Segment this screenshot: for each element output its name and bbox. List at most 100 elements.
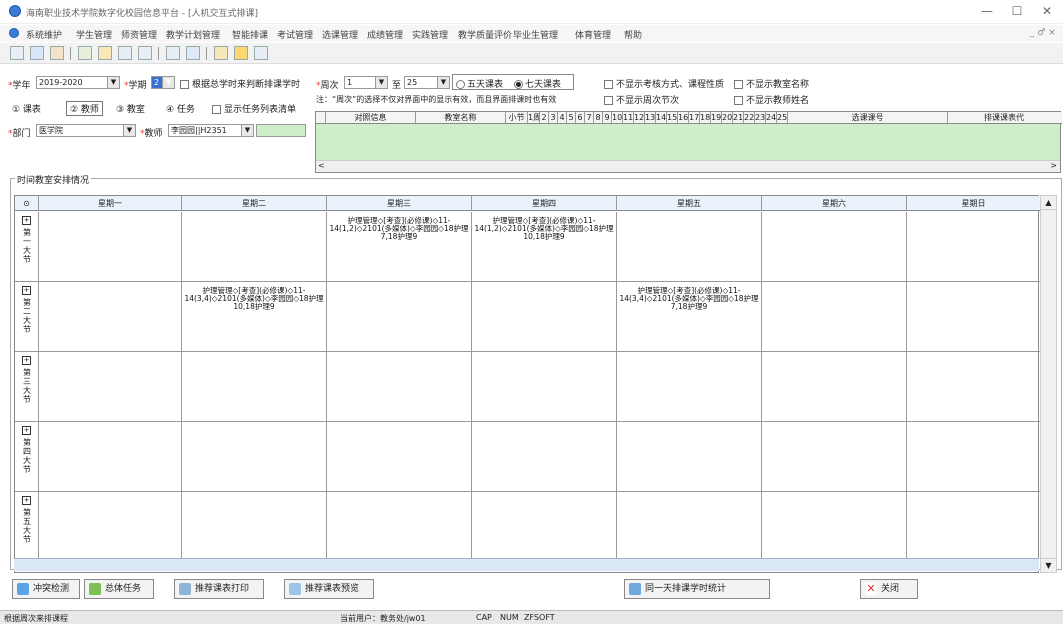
hide-teacher-checkbox[interactable]: 不显示教师姓名 bbox=[734, 93, 809, 106]
menu-system[interactable]: 系统维护 bbox=[26, 28, 62, 41]
report-icon[interactable] bbox=[214, 46, 228, 60]
timetable-vertical-scrollbar[interactable]: ▲ ▼ bbox=[1040, 195, 1057, 573]
filter-icon[interactable] bbox=[166, 46, 180, 60]
timetable-cell[interactable] bbox=[762, 492, 907, 558]
timetable-cell[interactable] bbox=[39, 492, 182, 558]
window-icon[interactable] bbox=[254, 46, 268, 60]
menu-help[interactable]: 帮助 bbox=[624, 28, 642, 41]
seven-day-radio[interactable]: 七天课表 bbox=[514, 77, 561, 90]
export-icon[interactable] bbox=[98, 46, 112, 60]
timetable-cell[interactable] bbox=[182, 352, 327, 421]
teacher-select[interactable]: 李园园||H2351 ▼ bbox=[168, 124, 254, 137]
timetable-cell[interactable] bbox=[762, 212, 907, 281]
opt-teacher[interactable]: ② 教师 bbox=[66, 101, 103, 116]
timetable-cell[interactable] bbox=[327, 422, 472, 491]
scroll-up-icon[interactable]: ▲ bbox=[1041, 196, 1056, 210]
course-entry[interactable]: 护理管理◇[考查](必修课)◇11-14(1,2)◇2101(多媒体)◇李园园◇… bbox=[474, 217, 614, 241]
menu-scheduling[interactable]: 智能排课 bbox=[232, 28, 268, 41]
course-info-grid[interactable]: 对照信息 教室名称 小节 1周 2 3 4 5 6 7 8 9 10 11 12… bbox=[315, 111, 1062, 173]
timetable-cell[interactable] bbox=[472, 422, 617, 491]
week-from-select[interactable]: 1 ▼ bbox=[344, 76, 388, 89]
expand-icon[interactable]: + bbox=[22, 356, 31, 365]
menu-plan[interactable]: 教学计划管理 bbox=[166, 28, 220, 41]
timetable-cell[interactable] bbox=[182, 212, 327, 281]
timetable-cell[interactable] bbox=[182, 422, 327, 491]
menu-exam[interactable]: 考试管理 bbox=[277, 28, 313, 41]
cut-icon[interactable] bbox=[78, 46, 92, 60]
timetable-cell[interactable] bbox=[327, 492, 472, 558]
timetable-cell[interactable] bbox=[472, 282, 617, 351]
timetable-cell[interactable] bbox=[472, 492, 617, 558]
same-day-stats-button[interactable]: 同一天排课学时统计 bbox=[624, 579, 770, 599]
menu-faculty[interactable]: 师资管理 bbox=[121, 28, 157, 41]
course-entry[interactable]: 护理管理◇[考查](必修课)◇11-14(1,2)◇2101(多媒体)◇李园园◇… bbox=[329, 217, 469, 241]
timetable-cell[interactable]: 护理管理◇[考查](必修课)◇11-14(3,4)◇2101(多媒体)◇李园园◇… bbox=[182, 282, 327, 351]
five-day-radio[interactable]: 五天课表 bbox=[456, 77, 503, 90]
timetable-cell[interactable] bbox=[39, 212, 182, 281]
menu-elective[interactable]: 选课管理 bbox=[322, 28, 358, 41]
menu-graduate[interactable]: 毕业生管理 bbox=[513, 28, 558, 41]
timetable-cell[interactable]: 护理管理◇[考查](必修课)◇11-14(1,2)◇2101(多媒体)◇李园园◇… bbox=[472, 212, 617, 281]
expand-icon[interactable]: + bbox=[22, 286, 31, 295]
scroll-down-icon[interactable]: ▼ bbox=[1041, 558, 1056, 572]
timetable-cell[interactable] bbox=[617, 492, 762, 558]
timetable-cell[interactable] bbox=[762, 282, 907, 351]
teacher-extra-field[interactable] bbox=[256, 124, 306, 137]
opt-room[interactable]: ③ 教室 bbox=[116, 102, 145, 115]
timetable-cell[interactable] bbox=[907, 282, 1040, 351]
menu-student[interactable]: 学生管理 bbox=[76, 28, 112, 41]
preview-schedule-button[interactable]: 推荐课表预览 bbox=[284, 579, 374, 599]
timetable-horizontal-scrollbar[interactable] bbox=[14, 558, 1039, 571]
scroll-left-icon[interactable]: < bbox=[318, 161, 325, 170]
timetable-cell[interactable] bbox=[617, 352, 762, 421]
timetable-cell[interactable] bbox=[762, 422, 907, 491]
timetable-cell[interactable] bbox=[762, 352, 907, 421]
grid-body[interactable] bbox=[316, 124, 1060, 160]
timetable-cell[interactable] bbox=[39, 282, 182, 351]
opt-task[interactable]: ④ 任务 bbox=[166, 102, 195, 115]
timetable-cell[interactable] bbox=[327, 282, 472, 351]
grid-horizontal-scrollbar[interactable]: < > bbox=[316, 160, 1060, 172]
timetable-cell[interactable] bbox=[182, 492, 327, 558]
opt-class[interactable]: ① 课表 bbox=[12, 102, 41, 115]
course-entry[interactable]: 护理管理◇[考查](必修课)◇11-14(3,4)◇2101(多媒体)◇李园园◇… bbox=[619, 287, 759, 311]
users-icon[interactable] bbox=[30, 46, 44, 60]
total-tasks-button[interactable]: 总体任务 bbox=[84, 579, 154, 599]
hide-room-checkbox[interactable]: 不显示教室名称 bbox=[734, 77, 809, 90]
expand-icon[interactable]: + bbox=[22, 426, 31, 435]
print-schedule-button[interactable]: 推荐课表打印 bbox=[174, 579, 264, 599]
minimize-button[interactable]: — bbox=[978, 4, 996, 18]
timetable-cell[interactable]: 护理管理◇[考查](必修课)◇11-14(3,4)◇2101(多媒体)◇李园园◇… bbox=[617, 282, 762, 351]
timetable-cell[interactable] bbox=[907, 212, 1040, 281]
timetable-cell[interactable] bbox=[327, 352, 472, 421]
timetable-cell[interactable] bbox=[907, 352, 1040, 421]
expand-icon[interactable]: + bbox=[22, 496, 31, 505]
conflict-check-button[interactable]: 冲突检测 bbox=[12, 579, 80, 599]
hours-checkbox[interactable]: 根据总学时来判断排课学时 bbox=[180, 77, 300, 90]
timetable-cell[interactable] bbox=[617, 422, 762, 491]
timetable-cell[interactable] bbox=[472, 352, 617, 421]
timetable-cell[interactable] bbox=[39, 352, 182, 421]
timetable-cell[interactable] bbox=[39, 422, 182, 491]
close-button[interactable]: ✕ 关闭 bbox=[860, 579, 918, 599]
expand-icon[interactable]: + bbox=[22, 216, 31, 225]
scroll-right-icon[interactable]: > bbox=[1050, 161, 1057, 170]
settings-icon[interactable] bbox=[186, 46, 200, 60]
timetable-cell[interactable]: 护理管理◇[考查](必修课)◇11-14(1,2)◇2101(多媒体)◇李园园◇… bbox=[327, 212, 472, 281]
edit-icon[interactable] bbox=[50, 46, 64, 60]
year-select[interactable]: 2019-2020 ▼ bbox=[36, 76, 120, 89]
dept-select[interactable]: 医学院 ▼ bbox=[36, 124, 136, 137]
timetable-grid[interactable]: ⊙ 星期一 星期二 星期三 星期四 星期五 星期六 星期日 + 第一大节 护理管理… bbox=[14, 195, 1040, 573]
mdi-controls[interactable]: _ ♂ × bbox=[1030, 28, 1056, 38]
copy-icon[interactable] bbox=[138, 46, 152, 60]
menu-grades[interactable]: 成绩管理 bbox=[367, 28, 403, 41]
week-to-select[interactable]: 25 ▼ bbox=[404, 76, 450, 89]
term-select[interactable]: 2 ▼ bbox=[151, 76, 175, 89]
menu-pe[interactable]: 体育管理 bbox=[575, 28, 611, 41]
menu-practice[interactable]: 实践管理 bbox=[412, 28, 448, 41]
maximize-button[interactable]: ☐ bbox=[1008, 4, 1026, 18]
app-menu-icon[interactable] bbox=[9, 28, 19, 38]
course-entry[interactable]: 护理管理◇[考查](必修课)◇11-14(3,4)◇2101(多媒体)◇李园园◇… bbox=[184, 287, 324, 311]
save-icon[interactable] bbox=[10, 46, 24, 60]
task-list-checkbox[interactable]: 显示任务列表清单 bbox=[212, 102, 296, 115]
